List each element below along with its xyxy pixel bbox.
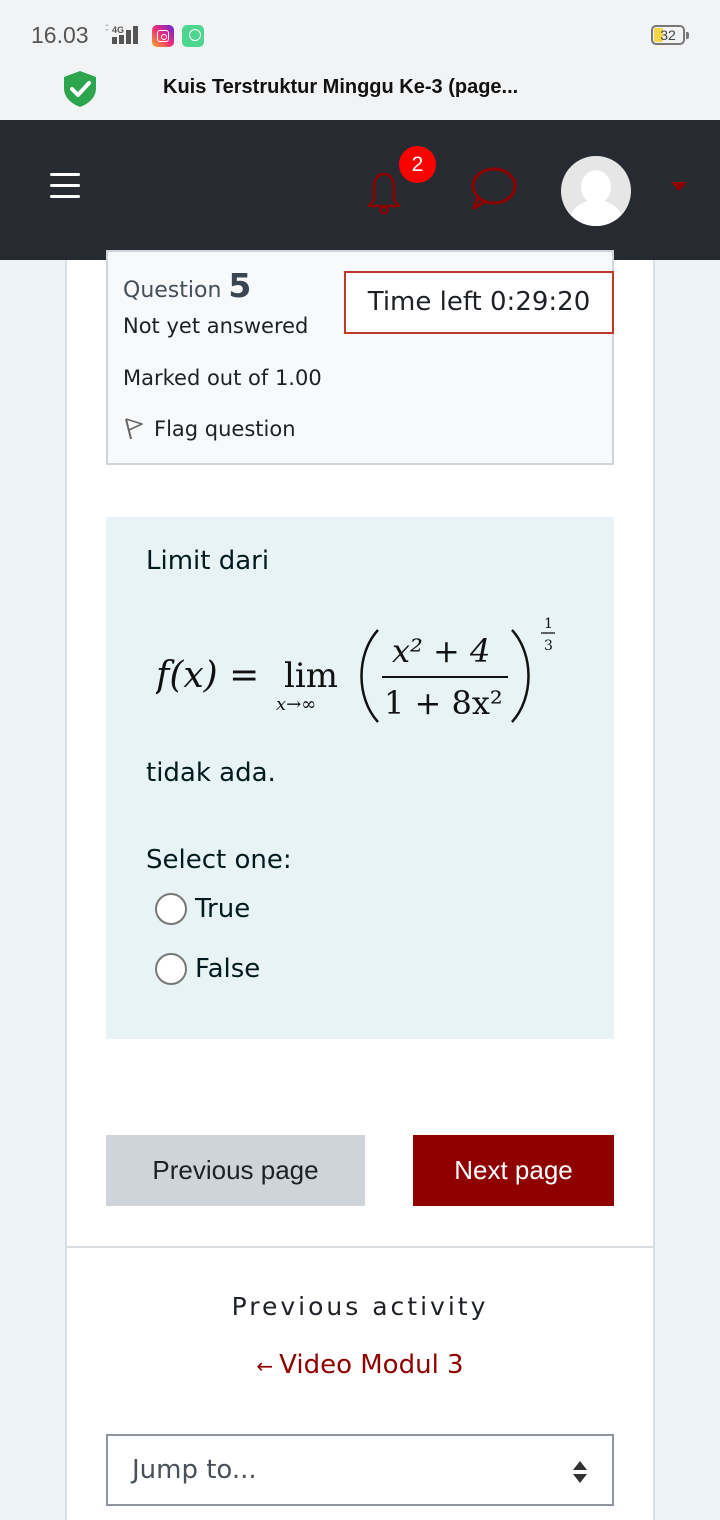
right-paren <box>511 629 530 723</box>
caret-down-icon[interactable] <box>671 182 687 191</box>
bell-icon[interactable] <box>366 170 402 214</box>
shield-check-icon[interactable] <box>62 70 98 108</box>
math-formula: f(x) = lim x→∞ x² + 4 1 + 8x² 1 3 <box>156 616 555 723</box>
battery-level: 32 <box>660 27 676 43</box>
formula-subscript: x→∞ <box>276 694 316 715</box>
formula-numerator: x² + 4 <box>392 632 490 670</box>
flag-question-button[interactable]: Flag question <box>123 417 296 441</box>
formula-denominator: 1 + 8x² <box>384 684 503 722</box>
previous-activity-title[interactable]: Video Modul 3 <box>279 1350 463 1380</box>
option-false-label: False <box>195 954 261 984</box>
radio-true[interactable] <box>155 893 187 925</box>
network-type: 4G <box>112 25 124 35</box>
exponent-numerator: 1 <box>544 616 553 632</box>
left-paren <box>360 629 379 723</box>
clock: 16.03 <box>31 22 89 48</box>
quiz-timer: Time left 0:29:20 <box>344 271 614 334</box>
select-arrows-icon <box>573 1461 587 1483</box>
battery-indicator: 32 <box>651 25 689 45</box>
question-grade: Marked out of 1.00 <box>123 366 322 390</box>
exponent-denominator: 3 <box>544 638 553 654</box>
radio-false[interactable] <box>155 953 187 985</box>
flag-icon <box>125 418 143 440</box>
question-outro: tidak ada. <box>146 758 276 788</box>
instagram-icon <box>152 25 174 47</box>
option-true-label: True <box>195 894 251 924</box>
question-number: Question 5 <box>123 266 251 305</box>
question-label: Question <box>123 278 222 303</box>
jump-to-value: Jump to... <box>132 1455 257 1485</box>
question-number-value: 5 <box>228 266 252 305</box>
previous-activity-link[interactable]: ← Video Modul 3 <box>0 1350 720 1380</box>
option-true[interactable]: True <box>155 893 250 925</box>
avatar[interactable] <box>561 156 631 226</box>
divider <box>65 1246 655 1248</box>
status-bar: 16.03 4G 32 <box>0 0 720 60</box>
previous-activity-label: Previous activity <box>231 1292 489 1321</box>
signal-icon: 4G <box>105 24 138 44</box>
option-false[interactable]: False <box>155 953 260 985</box>
next-page-button[interactable]: Next page <box>413 1135 614 1206</box>
notification-badge[interactable]: 2 <box>399 146 436 183</box>
app-icon <box>182 25 204 47</box>
arrow-left-icon: ← <box>256 1354 274 1378</box>
page-title[interactable]: Kuis Terstruktur Minggu Ke-3 (page... <box>163 76 518 99</box>
formula-lhs: f(x) = <box>156 655 259 696</box>
jump-to-select[interactable]: Jump to... <box>106 1434 614 1506</box>
previous-page-button[interactable]: Previous page <box>106 1135 365 1206</box>
hamburger-icon[interactable] <box>50 173 80 199</box>
chat-icon[interactable] <box>468 166 518 212</box>
answer-prompt: Select one: <box>146 845 292 875</box>
question-state: Not yet answered <box>123 314 309 338</box>
formula-lim: lim <box>284 656 338 696</box>
question-intro: Limit dari <box>146 546 270 576</box>
flag-question-label: Flag question <box>154 417 296 441</box>
